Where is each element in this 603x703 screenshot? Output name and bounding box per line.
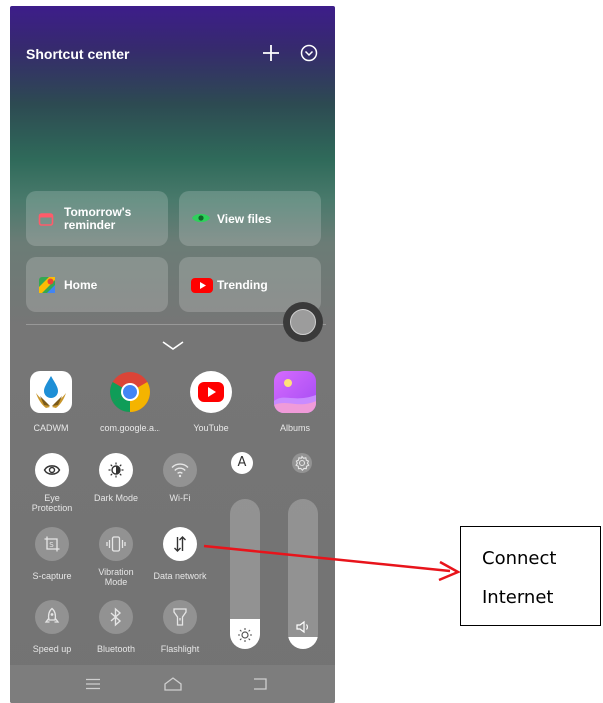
shortcut-card-reminder[interactable]: Tomorrow's reminder [26, 191, 168, 246]
menu-icon[interactable] [85, 678, 101, 690]
callout-line-1: Connect [482, 548, 557, 569]
screenshot-icon: S [44, 536, 60, 552]
toggle-label-eye-1: Eye [44, 493, 60, 503]
floating-assist-button[interactable] [283, 302, 323, 342]
toggle-label-vibration-1: Vibration [98, 567, 134, 577]
app-label-albums: Albums [279, 423, 310, 433]
app-youtube[interactable]: YouTube [181, 371, 241, 433]
bluetooth-icon [110, 607, 122, 627]
app-label-youtube: YouTube [193, 423, 229, 433]
phone-screen: Shortcut center Tomorrow's reminder View… [10, 6, 335, 703]
app-label-chrome: com.google.a... [100, 423, 160, 433]
callout-line-2: Internet [482, 587, 554, 608]
dark-mode-icon [108, 462, 124, 478]
toggle-data-network[interactable]: Data network [148, 527, 212, 581]
add-icon[interactable] [260, 42, 282, 64]
toggle-flashlight[interactable]: Flashlight [148, 600, 212, 654]
back-icon[interactable] [251, 677, 269, 691]
shortcut-label-home: Home [64, 278, 98, 292]
toggle-label-data-network: Data network [153, 571, 207, 581]
data-network-icon [174, 536, 186, 552]
eye-icon [192, 213, 210, 223]
calendar-icon [38, 213, 54, 226]
toggle-label-s-capture: S-capture [32, 571, 72, 581]
shortcut-label-reminder-2: reminder [64, 218, 116, 232]
shortcut-card-home[interactable]: Home [26, 257, 168, 312]
annotation-callout: Connect Internet [460, 526, 601, 626]
home-icon[interactable] [163, 676, 183, 692]
toggle-label-wifi: Wi-Fi [169, 493, 191, 503]
sun-icon [238, 628, 252, 642]
chrome-icon [109, 371, 151, 413]
toggle-speed-up[interactable]: Speed up [20, 600, 84, 654]
shortcut-card-view-files[interactable]: View files [179, 191, 321, 246]
shortcut-label-trending: Trending [217, 278, 268, 292]
toggle-label-vibration-2: Mode [104, 577, 128, 587]
vibration-icon [106, 536, 126, 552]
auto-brightness-button[interactable]: A [231, 452, 253, 474]
toggle-bluetooth[interactable]: Bluetooth [84, 600, 148, 654]
app-chrome[interactable]: com.google.a... [100, 371, 160, 433]
toggle-dark-mode[interactable]: Dark Mode [84, 453, 148, 503]
volume-fill [288, 637, 318, 649]
navigation-bar [10, 665, 335, 703]
maps-icon [39, 277, 55, 293]
chevron-circle-icon[interactable] [298, 42, 320, 64]
albums-icon [274, 371, 316, 413]
chevron-down-icon[interactable] [161, 339, 185, 353]
toggle-label-eye-2: Protection [31, 503, 73, 513]
app-albums[interactable]: Albums [265, 371, 325, 433]
toggle-label-flashlight: Flashlight [160, 644, 200, 654]
wifi-icon [171, 463, 189, 478]
shortcut-label-reminder-1: Tomorrow's [64, 205, 132, 219]
brightness-slider[interactable] [230, 499, 260, 649]
volume-slider[interactable] [288, 499, 318, 649]
app-cadwm[interactable]: CADWM [21, 371, 81, 433]
page-title: Shortcut center [26, 46, 130, 62]
svg-text:S: S [49, 541, 54, 549]
speaker-icon [296, 620, 308, 634]
eye-icon [43, 465, 61, 475]
toggle-vibration-mode[interactable]: Vibration Mode [84, 527, 148, 587]
toggle-s-capture[interactable]: S S-capture [20, 527, 84, 581]
toggle-eye-protection[interactable]: Eye Protection [20, 453, 84, 513]
toggle-wifi[interactable]: Wi-Fi [148, 453, 212, 503]
toggle-label-bluetooth: Bluetooth [96, 644, 136, 654]
toggle-label-dark-mode: Dark Mode [93, 493, 138, 503]
youtube-icon [191, 278, 213, 293]
youtube-icon [190, 371, 232, 413]
app-label-cadwm: CADWM [33, 423, 69, 433]
flashlight-icon [173, 608, 187, 626]
gear-icon[interactable] [291, 452, 313, 474]
section-divider [26, 324, 326, 325]
cadwm-icon [30, 371, 72, 413]
auto-brightness-letter: A [237, 455, 247, 470]
rocket-icon [44, 607, 60, 623]
toggle-label-speed-up: Speed up [32, 644, 72, 654]
shortcut-label-view-files: View files [217, 212, 272, 226]
